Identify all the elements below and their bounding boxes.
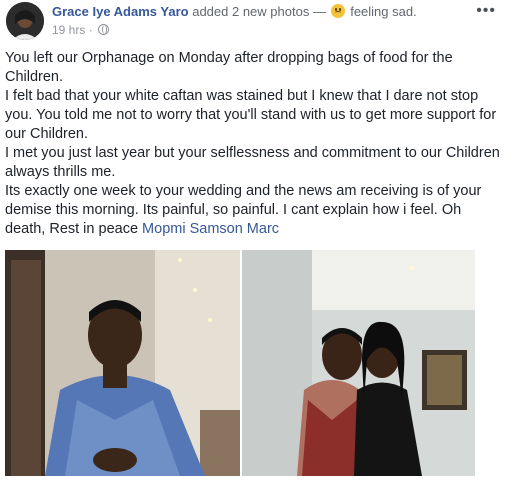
sad-face-icon xyxy=(330,4,345,18)
meta-dot: · xyxy=(88,23,93,37)
photo-portrait[interactable] xyxy=(5,250,240,476)
post-paragraph: You left our Orphanage on Monday after d… xyxy=(5,50,453,85)
photo-couple[interactable] xyxy=(242,250,475,476)
mention-link[interactable]: Mopmi Samson Marc xyxy=(142,221,279,237)
post-timestamp[interactable]: 19 hrs xyxy=(52,23,85,37)
author-avatar[interactable] xyxy=(6,2,44,40)
post-paragraph: I met you just last year but your selfle… xyxy=(5,145,500,180)
feeling-label: feeling sad. xyxy=(350,4,417,19)
post-paragraph-last: Its exactly one week to your wedding and… xyxy=(5,182,505,239)
more-options-icon[interactable]: ••• xyxy=(476,2,496,20)
globe-icon[interactable] xyxy=(98,24,110,35)
post-action: added 2 new photos xyxy=(192,4,310,19)
post-body: You left our Orphanage on Monday after d… xyxy=(5,49,505,239)
post-header: Grace Iye Adams Yaro added 2 new photos … xyxy=(52,4,472,20)
post-paragraph: I felt bad that your white caftan was st… xyxy=(5,88,497,142)
post-meta: 19 hrs · xyxy=(52,23,110,37)
author-name[interactable]: Grace Iye Adams Yaro xyxy=(52,4,189,19)
header-separator: — xyxy=(312,4,326,19)
